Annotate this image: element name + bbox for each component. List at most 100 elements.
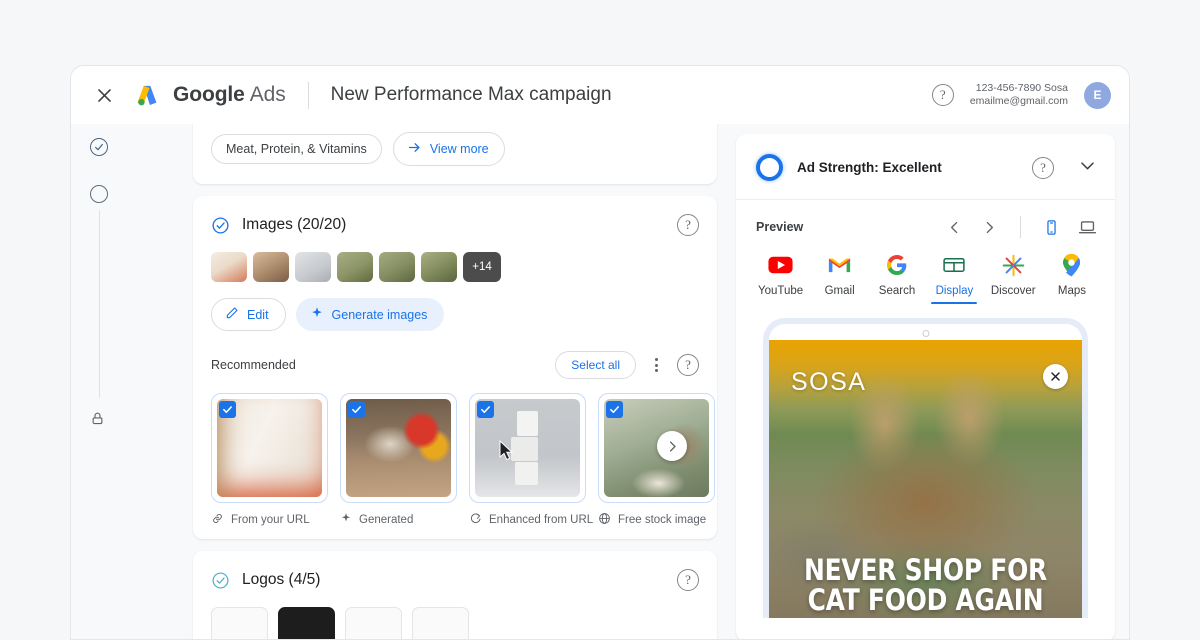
carousel-next-button[interactable] [657, 431, 687, 461]
tab-label: Search [878, 285, 916, 297]
logos-header: Logos (4/5) ? [193, 551, 717, 591]
preview-toolbar: Preview [736, 200, 1115, 252]
top-bar-right: ? 123-456-7890 Sosa emailme@gmail.com E [931, 81, 1111, 109]
caption-text: From your URL [231, 514, 310, 526]
logo-thumb-2[interactable] [278, 607, 335, 639]
google-ads-window: Google Ads New Performance Max campaign ?… [70, 65, 1130, 640]
caption-text: Free stock image [618, 514, 707, 526]
view-more-button[interactable]: View more [392, 132, 505, 166]
image-checkbox[interactable] [348, 401, 365, 418]
caption-text: Generated [359, 513, 414, 526]
edit-button[interactable]: Edit [211, 298, 286, 331]
lock-icon[interactable] [90, 411, 105, 431]
help-icon[interactable]: ? [677, 354, 699, 376]
brand-google: Google [173, 83, 245, 106]
tab-gmail[interactable]: Gmail [819, 252, 861, 304]
avatar[interactable]: E [1084, 81, 1111, 109]
thumb-cat-bowl-3[interactable] [421, 252, 457, 282]
ad-brand-text: SOSA [791, 368, 867, 396]
chevron-right-icon[interactable] [981, 219, 998, 236]
chevron-down-icon[interactable] [1078, 156, 1097, 180]
generate-images-label: Generate images [331, 307, 428, 322]
logo-thumb-4[interactable] [412, 607, 469, 639]
ad-headline-line-1: NEVER SHOP FOR [804, 552, 1047, 587]
step-completed[interactable] [90, 138, 108, 156]
logos-title: Logos (4/5) [242, 571, 321, 588]
help-icon[interactable]: ? [1032, 156, 1054, 179]
chip-meat-protein-vitamins[interactable]: Meat, Protein, & Vitamins [211, 134, 382, 164]
top-bar: Google Ads New Performance Max campaign ?… [71, 66, 1129, 124]
tab-label: Display [935, 285, 974, 297]
logo-thumbnail-row [193, 591, 717, 639]
tab-discover[interactable]: Discover [991, 252, 1036, 304]
preview-label: Preview [756, 220, 804, 234]
image-card[interactable]: From your URL [211, 393, 328, 528]
ad-strength-label: Ad Strength: Excellent [797, 160, 942, 175]
help-icon[interactable]: ? [677, 569, 699, 591]
image-card-frame[interactable] [340, 393, 457, 503]
ad-strength-row: Ad Strength: Excellent ? [736, 134, 1115, 200]
laptop-icon[interactable] [1078, 218, 1097, 237]
ad-close-icon[interactable] [1043, 364, 1068, 389]
logos-card: Logos (4/5) ? [193, 551, 717, 639]
globe-icon [598, 512, 611, 528]
thumbnail-overflow-count[interactable]: +14 [463, 252, 501, 282]
help-icon[interactable]: ? [931, 84, 954, 106]
image-card[interactable]: Enhanced from URL [469, 393, 593, 528]
step-current[interactable] [90, 185, 108, 203]
discover-icon [1002, 252, 1025, 278]
close-icon[interactable] [87, 78, 121, 112]
image-checkbox[interactable] [606, 401, 623, 418]
thumb-cat-tree[interactable] [211, 252, 247, 282]
images-header: Images (20/20) ? [193, 196, 717, 236]
logo-thumb-1[interactable] [211, 607, 268, 639]
select-all-button[interactable]: Select all [555, 351, 636, 379]
chip-row: Meat, Protein, & Vitamins View more [193, 132, 717, 166]
tab-label: Discover [990, 285, 1036, 297]
image-checkbox[interactable] [219, 401, 236, 418]
image-checkbox[interactable] [477, 401, 494, 418]
logo-thumb-3[interactable] [345, 607, 402, 639]
link-icon [211, 512, 224, 528]
brand-ads: Ads [249, 83, 286, 106]
tab-label: Maps [1057, 285, 1087, 297]
tab-display[interactable]: Display [931, 252, 978, 304]
thumb-cat-bowl-1[interactable] [337, 252, 373, 282]
images-card: Images (20/20) ? +14 Edit Generate image… [193, 196, 717, 539]
step-rail [71, 124, 128, 639]
smartphone-icon[interactable] [1043, 219, 1060, 236]
image-card-frame[interactable] [211, 393, 328, 503]
sparkle-icon [310, 306, 324, 323]
phone-preview-area: SOSA NEVER SHOP FOR CAT FOOD AGAIN [736, 318, 1115, 618]
help-icon[interactable]: ? [677, 214, 699, 236]
image-card-strip: From your URL Generated Enhanced from UR… [211, 393, 717, 528]
maps-pin-icon [1062, 252, 1081, 278]
more-vert-icon[interactable] [649, 354, 664, 376]
tab-label: YouTube [758, 285, 804, 297]
recommended-images-carousel: From your URL Generated Enhanced from UR… [193, 379, 717, 539]
view-more-label: View more [429, 142, 489, 156]
image-card[interactable]: Free stock image [598, 393, 715, 528]
thumb-cat-basket[interactable] [253, 252, 289, 282]
image-card-frame[interactable] [469, 393, 586, 503]
chevron-left-icon[interactable] [946, 219, 963, 236]
gmail-icon [828, 252, 851, 278]
ad-headline: NEVER SHOP FOR CAT FOOD AGAIN [791, 552, 1060, 618]
sparkle-icon [340, 512, 352, 527]
tab-youtube[interactable]: YouTube [758, 252, 803, 304]
ad-strength-actions: ? [1032, 156, 1097, 180]
toolbar-divider [1020, 216, 1021, 238]
display-ad-creative[interactable]: SOSA NEVER SHOP FOR CAT FOOD AGAIN [769, 340, 1082, 618]
generate-images-button[interactable]: Generate images [295, 298, 445, 331]
account-info[interactable]: 123-456-7890 Sosa emailme@gmail.com [970, 82, 1068, 109]
youtube-icon [768, 252, 793, 278]
tab-maps[interactable]: Maps [1051, 252, 1093, 304]
image-card-caption: From your URL [211, 512, 328, 528]
google-ads-logo-icon [135, 82, 162, 109]
image-card-caption: Generated [340, 512, 457, 527]
tab-search[interactable]: Search [876, 252, 918, 304]
image-card[interactable]: Generated [340, 393, 457, 528]
thumb-cat-bowl-2[interactable] [379, 252, 415, 282]
audience-card-partial: Meat, Protein, & Vitamins View more [193, 124, 717, 184]
thumb-cans-stack[interactable] [295, 252, 331, 282]
